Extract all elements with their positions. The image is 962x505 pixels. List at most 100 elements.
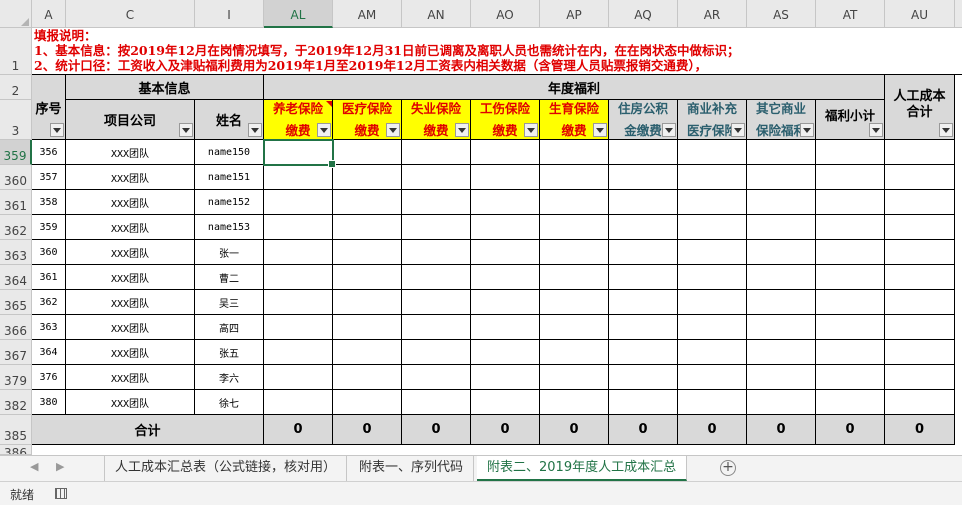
- instructions-note[interactable]: 填报说明： 1、基本信息：按2019年12月在岗情况填写，于2019年12月31…: [32, 28, 962, 75]
- column-header-aq[interactable]: AQ: [609, 0, 678, 28]
- welfare-header-0[interactable]: 养老保险 缴费: [264, 100, 333, 140]
- total-value-cell[interactable]: 0: [264, 415, 333, 445]
- welfare-header-4[interactable]: 生育保险 缴费: [540, 100, 609, 140]
- welfare-value-cell[interactable]: [540, 390, 609, 415]
- name-cell[interactable]: 高四: [195, 315, 264, 340]
- welfare-value-cell[interactable]: [885, 140, 955, 165]
- column-header-at[interactable]: AT: [816, 0, 885, 28]
- filter-dropdown-name[interactable]: [248, 123, 262, 137]
- total-value-cell[interactable]: 0: [402, 415, 471, 445]
- welfare-value-cell[interactable]: [471, 190, 540, 215]
- welfare-value-cell[interactable]: [816, 315, 885, 340]
- seq-cell[interactable]: 363: [32, 315, 66, 340]
- welfare-value-cell[interactable]: [678, 290, 747, 315]
- filter-dropdown-welfare[interactable]: [524, 123, 538, 137]
- tab-sequence-codes[interactable]: 附表一、序列代码: [349, 456, 475, 481]
- welfare-value-cell[interactable]: [747, 265, 816, 290]
- company-cell[interactable]: XXX团队: [66, 340, 195, 365]
- welfare-value-cell[interactable]: [609, 215, 678, 240]
- welfare-header-1[interactable]: 医疗保险 缴费: [333, 100, 402, 140]
- welfare-value-cell[interactable]: [402, 390, 471, 415]
- column-header-c[interactable]: C: [66, 0, 195, 28]
- welfare-value-cell[interactable]: [471, 265, 540, 290]
- filter-dropdown-welfare[interactable]: [455, 123, 469, 137]
- row-header-385[interactable]: 385: [0, 415, 32, 445]
- welfare-value-cell[interactable]: [747, 290, 816, 315]
- company-cell[interactable]: XXX团队: [66, 165, 195, 190]
- company-cell[interactable]: XXX团队: [66, 390, 195, 415]
- name-cell[interactable]: 吴三: [195, 290, 264, 315]
- seq-cell[interactable]: 380: [32, 390, 66, 415]
- welfare-value-cell[interactable]: [540, 240, 609, 265]
- welfare-value-cell[interactable]: [885, 365, 955, 390]
- welfare-header-3[interactable]: 工伤保险 缴费: [471, 100, 540, 140]
- welfare-value-cell[interactable]: [264, 340, 333, 365]
- welfare-value-cell[interactable]: [816, 290, 885, 315]
- welfare-value-cell[interactable]: [333, 240, 402, 265]
- welfare-value-cell[interactable]: [747, 215, 816, 240]
- company-cell[interactable]: XXX团队: [66, 215, 195, 240]
- welfare-value-cell[interactable]: [678, 365, 747, 390]
- welfare-value-cell[interactable]: [609, 240, 678, 265]
- welfare-value-cell[interactable]: [885, 265, 955, 290]
- seq-cell[interactable]: 364: [32, 340, 66, 365]
- welfare-value-cell[interactable]: [264, 165, 333, 190]
- welfare-value-cell[interactable]: [264, 190, 333, 215]
- welfare-value-cell[interactable]: [333, 290, 402, 315]
- seq-cell[interactable]: 357: [32, 165, 66, 190]
- welfare-value-cell[interactable]: [402, 240, 471, 265]
- welfare-value-cell[interactable]: [333, 315, 402, 340]
- basic-info-header[interactable]: 基本信息: [66, 75, 264, 100]
- welfare-value-cell[interactable]: [816, 140, 885, 165]
- welfare-value-cell[interactable]: [333, 140, 402, 165]
- welfare-value-cell[interactable]: [402, 265, 471, 290]
- filter-dropdown-welfare[interactable]: [593, 123, 607, 137]
- row-header[interactable]: 363: [0, 240, 32, 265]
- column-header-am[interactable]: AM: [333, 0, 402, 28]
- welfare-value-cell[interactable]: [402, 290, 471, 315]
- column-header-a[interactable]: A: [32, 0, 66, 28]
- welfare-value-cell[interactable]: [333, 165, 402, 190]
- name-cell[interactable]: name153: [195, 215, 264, 240]
- column-header-ar[interactable]: AR: [678, 0, 747, 28]
- welfare-value-cell[interactable]: [540, 165, 609, 190]
- labor-cost-total-header[interactable]: 人工成本 合计: [885, 75, 955, 140]
- welfare-value-cell[interactable]: [264, 215, 333, 240]
- welfare-header-6[interactable]: 商业补充 医疗保险: [678, 100, 747, 140]
- filter-dropdown-seq[interactable]: [50, 123, 64, 137]
- comment-indicator[interactable]: [326, 101, 332, 107]
- welfare-value-cell[interactable]: [609, 340, 678, 365]
- name-cell[interactable]: 李六: [195, 365, 264, 390]
- column-header-ao[interactable]: AO: [471, 0, 540, 28]
- row-header[interactable]: 360: [0, 165, 32, 190]
- welfare-value-cell[interactable]: [471, 315, 540, 340]
- filter-dropdown-welfare[interactable]: [317, 123, 331, 137]
- seq-cell[interactable]: 361: [32, 265, 66, 290]
- filter-dropdown-company[interactable]: [179, 123, 193, 137]
- welfare-value-cell[interactable]: [471, 390, 540, 415]
- welfare-value-cell[interactable]: [333, 365, 402, 390]
- welfare-value-cell[interactable]: [678, 190, 747, 215]
- welfare-value-cell[interactable]: [678, 315, 747, 340]
- welfare-header-2[interactable]: 失业保险 缴费: [402, 100, 471, 140]
- filter-dropdown-welfare[interactable]: [662, 123, 676, 137]
- welfare-value-cell[interactable]: [747, 190, 816, 215]
- name-cell[interactable]: 曹二: [195, 265, 264, 290]
- seq-cell[interactable]: 358: [32, 190, 66, 215]
- welfare-value-cell[interactable]: [747, 240, 816, 265]
- company-cell[interactable]: XXX团队: [66, 140, 195, 165]
- filter-dropdown-welfare[interactable]: [386, 123, 400, 137]
- name-cell[interactable]: name152: [195, 190, 264, 215]
- welfare-value-cell[interactable]: [264, 290, 333, 315]
- row-header[interactable]: 365: [0, 290, 32, 315]
- welfare-value-cell[interactable]: [540, 140, 609, 165]
- seq-cell[interactable]: 362: [32, 290, 66, 315]
- welfare-value-cell[interactable]: [264, 315, 333, 340]
- row-header-386[interactable]: 386: [0, 445, 32, 455]
- filter-dropdown-total[interactable]: [939, 123, 953, 137]
- column-header-i[interactable]: I: [195, 0, 264, 28]
- company-cell[interactable]: XXX团队: [66, 290, 195, 315]
- row-header-3[interactable]: 3: [0, 100, 32, 140]
- welfare-value-cell[interactable]: [678, 215, 747, 240]
- welfare-value-cell[interactable]: [402, 215, 471, 240]
